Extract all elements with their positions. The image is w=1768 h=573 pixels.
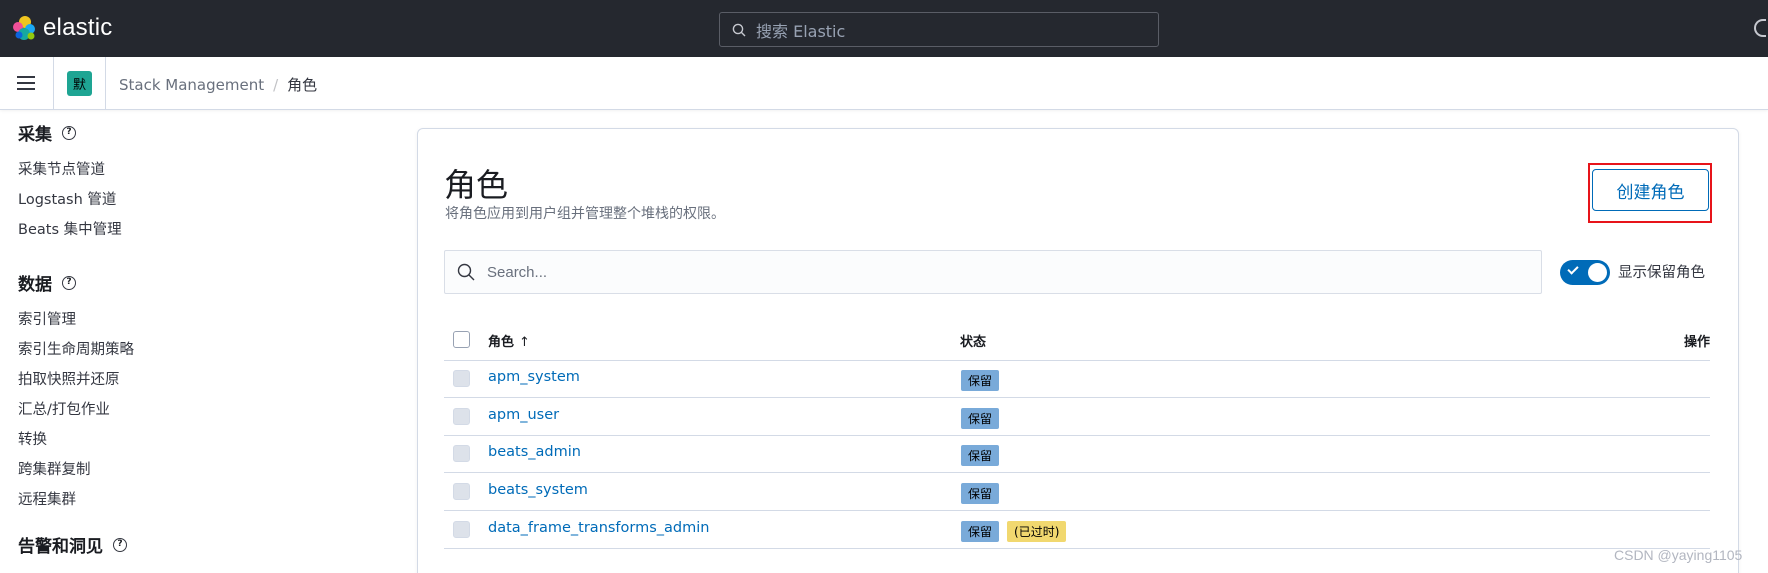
row-checkbox [453,483,470,500]
nav-group-alerts-insights: 告警和洞见 ? [18,532,127,557]
status-badges: 保留 [961,445,1007,466]
nav-group-title: 数据 ? [18,270,134,295]
breadcrumb-bar: 默 Stack Management / 角色 [0,57,1768,110]
reserved-badge: 保留 [961,445,1000,466]
help-icon[interactable]: ? [62,125,76,140]
sort-ascending-icon: ↑ [519,335,530,350]
column-header-actions: 操作 [1683,335,1710,350]
status-badges: 保留 [961,370,1007,391]
help-menu-icon[interactable] [1754,19,1766,37]
nav-group-ingest: 采集 ? 采集节点管道 Logstash 管道 Beats 集中管理 [18,120,122,239]
reserved-badge: 保留 [961,483,1000,504]
nav-group-data: 数据 ? 索引管理 索引生命周期策略 拍取快照并还原 汇总/打包作业 转换 跨集… [18,270,134,509]
select-all-checkbox[interactable] [453,331,470,348]
role-link[interactable]: beats_system [488,482,588,498]
space-avatar[interactable]: 默 [67,71,92,96]
divider [53,57,54,110]
row-checkbox [453,408,470,425]
status-badges: 保留 [961,483,1007,504]
nav-group-title: 告警和洞见 ? [18,532,127,557]
check-icon [1567,263,1579,275]
breadcrumb-separator: / [273,75,279,94]
column-header-role-label: 角色 [488,335,515,350]
breadcrumb-current: 角色 [287,76,318,94]
menu-icon[interactable] [17,76,35,90]
help-icon[interactable]: ? [113,537,127,552]
sidebar-item-rollup-jobs[interactable]: 汇总/打包作业 [18,398,134,419]
table-row: apm_system 保留 [444,361,1710,398]
search-icon [457,263,475,281]
role-link[interactable]: apm_system [488,369,580,385]
sidebar-item-beats-management[interactable]: Beats 集中管理 [18,218,122,239]
nav-group-title: 采集 ? [18,120,122,145]
table-row: data_frame_transforms_admin 保留 (已过时) [444,511,1710,549]
toggle-knob [1588,263,1607,282]
deprecated-badge: (已过时) [1007,521,1067,542]
global-search-input[interactable]: 搜索 Elastic [719,12,1159,47]
table-row: beats_admin 保留 [444,436,1710,473]
role-link[interactable]: data_frame_transforms_admin [488,520,709,536]
watermark: CSDN @yaying1105 [1614,547,1743,563]
sidebar-item-ingest-pipelines[interactable]: 采集节点管道 [18,158,122,179]
row-checkbox [453,445,470,462]
sidebar-item-snapshot-restore[interactable]: 拍取快照并还原 [18,368,134,389]
elastic-logo-icon [13,16,35,40]
management-sidebar: 采集 ? 采集节点管道 Logstash 管道 Beats 集中管理 数据 ? … [0,111,400,573]
table-row: beats_system 保留 [444,473,1710,511]
roles-panel: 角色 将角色应用到用户组并管理整个堆栈的权限。 创建角色 显示保留角色 角色 ↑ … [417,128,1739,573]
role-link[interactable]: apm_user [488,407,559,423]
status-badges: 保留 (已过时) [961,521,1074,542]
nav-group-title-text: 告警和洞见 [18,537,103,557]
column-header-role[interactable]: 角色 ↑ [488,331,530,350]
global-search-placeholder: 搜索 Elastic [756,21,846,41]
breadcrumb: Stack Management / 角色 [119,74,317,95]
search-icon [732,23,746,36]
create-role-button[interactable]: 创建角色 [1592,169,1709,211]
table-header: 角色 ↑ 状态 操作 [444,319,1710,361]
table-row: apm_user 保留 [444,398,1710,436]
nav-group-title-text: 采集 [18,125,52,145]
show-reserved-roles-label[interactable]: 显示保留角色 [1618,261,1705,282]
row-checkbox [453,370,470,387]
reserved-badge: 保留 [961,370,1000,391]
sidebar-item-ilm-policies[interactable]: 索引生命周期策略 [18,338,134,359]
sidebar-item-remote-clusters[interactable]: 远程集群 [18,488,134,509]
roles-search-box[interactable] [444,250,1542,294]
page-description: 将角色应用到用户组并管理整个堆栈的权限。 [445,206,725,222]
sidebar-item-cross-cluster-replication[interactable]: 跨集群复制 [18,458,134,479]
divider [105,57,106,110]
elastic-logo-text: elastic [43,14,113,41]
row-checkbox [453,521,470,538]
breadcrumb-stack-management[interactable]: Stack Management [119,76,264,94]
show-reserved-roles-toggle[interactable] [1560,260,1610,285]
sidebar-item-transforms[interactable]: 转换 [18,428,134,449]
sidebar-item-logstash-pipelines[interactable]: Logstash 管道 [18,188,122,209]
roles-search-input[interactable] [487,263,1487,281]
help-icon[interactable]: ? [62,275,76,290]
column-header-status: 状态 [960,335,987,350]
roles-table: 角色 ↑ 状态 操作 apm_system 保留 apm_user 保留 beat… [444,319,1710,549]
top-header: elastic 搜索 Elastic [0,0,1768,57]
page-title: 角色 [444,166,509,204]
role-link[interactable]: beats_admin [488,444,581,460]
status-badges: 保留 [961,408,1007,429]
reserved-badge: 保留 [961,408,1000,429]
nav-group-title-text: 数据 [18,275,52,295]
sidebar-item-index-management[interactable]: 索引管理 [18,308,134,329]
reserved-badge: 保留 [961,521,1000,542]
elastic-logo[interactable]: elastic [12,14,112,42]
